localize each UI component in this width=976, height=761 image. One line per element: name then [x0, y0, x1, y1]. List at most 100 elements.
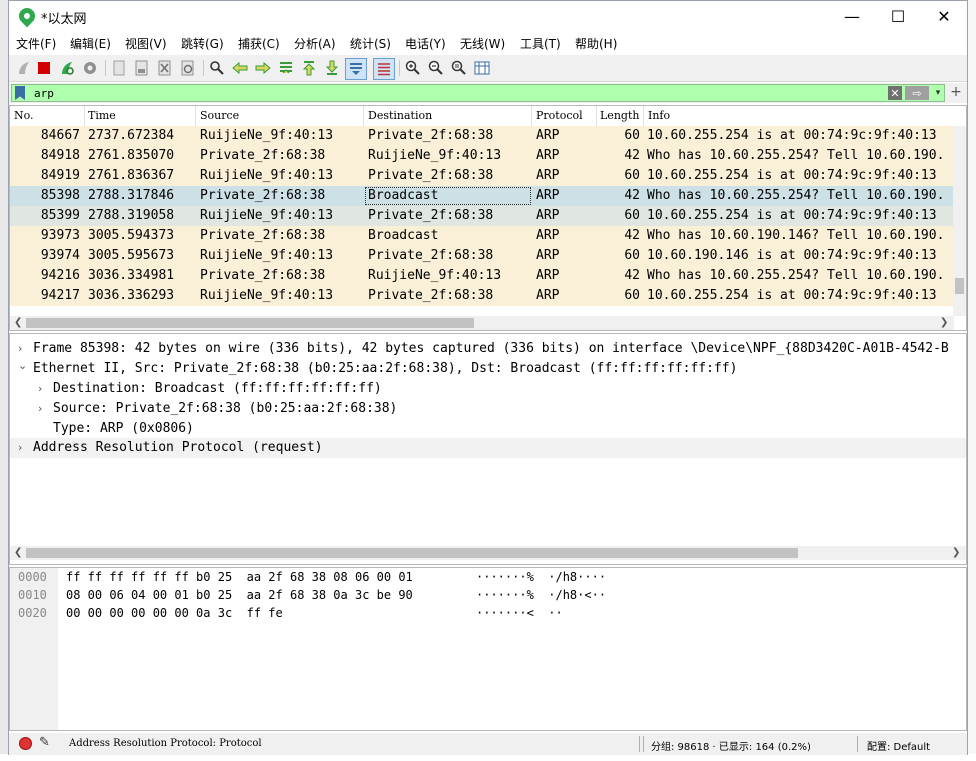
packet-row[interactable]: 84667 2737.672384 RuijieNe_9f:40:13 Private…: [10, 126, 954, 146]
byte-ascii[interactable]: ·······% ·/h8·<··: [476, 588, 606, 602]
find-packet-icon[interactable]: [208, 59, 226, 77]
column-header-info[interactable]: Info: [648, 109, 670, 122]
shark-fin-start-icon[interactable]: [15, 59, 33, 77]
auto-scroll-icon[interactable]: [345, 58, 367, 80]
expand-caret-icon[interactable]: ›: [38, 382, 42, 395]
reload-file-icon[interactable]: [179, 59, 197, 77]
expand-caret-icon[interactable]: ›: [18, 342, 22, 355]
menu-statistics[interactable]: 统计(S): [350, 35, 391, 52]
expand-caret-icon[interactable]: ›: [18, 441, 22, 454]
collapse-caret-icon[interactable]: ⌄: [18, 359, 27, 372]
go-to-packet-icon[interactable]: [277, 59, 295, 77]
cell-info: Who has 10.60.255.254? Tell 10.60.190.: [647, 268, 945, 283]
packet-row[interactable]: 94217 3036.336293 RuijieNe_9f:40:13 Private…: [10, 286, 954, 306]
zoom-out-icon[interactable]: [427, 59, 445, 77]
horizontal-scroll-thumb[interactable]: [26, 548, 798, 558]
detail-row-arp[interactable]: › Address Resolution Protocol (request): [10, 438, 966, 458]
zoom-in-icon[interactable]: [404, 59, 422, 77]
horizontal-scroll-thumb[interactable]: [26, 318, 474, 328]
detail-row-source[interactable]: › Source: Private_2f:68:38 (b0:25:aa:2f:…: [10, 399, 954, 419]
byte-ascii[interactable]: ·······% ·/h8····: [476, 570, 606, 584]
expert-info-icon[interactable]: [19, 737, 32, 750]
details-horizontal-scrollbar[interactable]: ❮ ❯: [10, 546, 966, 560]
byte-hex[interactable]: 00 00 00 00 00 00 0a 3c ff fe: [66, 606, 283, 620]
restart-capture-icon[interactable]: [58, 59, 76, 77]
packet-row[interactable]: 84918 2761.835070 Private_2f:68:38 RuijieNe…: [10, 146, 954, 166]
menu-view[interactable]: 视图(V): [125, 35, 167, 52]
column-header-time[interactable]: Time: [88, 109, 116, 122]
normal-size-icon[interactable]: [450, 59, 468, 77]
add-filter-button-icon[interactable]: +: [949, 84, 963, 100]
detail-row-ethernet[interactable]: ⌄ Ethernet II, Src: Private_2f:68:38 (b0…: [10, 359, 954, 379]
menu-tools[interactable]: 工具(T): [520, 35, 561, 52]
packet-row[interactable]: 85399 2788.319058 RuijieNe_9f:40:13 Private…: [10, 206, 954, 226]
scroll-left-arrow-icon[interactable]: ❮: [14, 547, 22, 558]
byte-hex[interactable]: ff ff ff ff ff ff b0 25 aa 2f 68 38 08 0…: [66, 570, 413, 584]
expand-caret-icon[interactable]: ›: [38, 402, 42, 415]
resize-columns-icon[interactable]: [473, 59, 491, 77]
packet-row[interactable]: 93974 3005.595673 RuijieNe_9f:40:13 Private…: [10, 246, 954, 266]
column-header-no[interactable]: No.: [14, 109, 34, 122]
detail-row-type[interactable]: Type: ARP (0x0806): [10, 419, 954, 439]
column-header-length[interactable]: Length: [600, 109, 639, 122]
column-divider[interactable]: [531, 106, 532, 126]
go-forward-icon[interactable]: [254, 59, 272, 77]
packet-list-vertical-scrollbar[interactable]: [953, 126, 966, 316]
menu-capture[interactable]: 捕获(C): [238, 35, 280, 52]
menu-help[interactable]: 帮助(H): [575, 35, 617, 52]
detail-row-destination[interactable]: › Destination: Broadcast (ff:ff:ff:ff:ff…: [10, 379, 954, 399]
last-packet-icon[interactable]: [323, 59, 341, 77]
first-packet-icon[interactable]: [300, 59, 318, 77]
capture-options-icon[interactable]: [81, 59, 99, 77]
packet-row[interactable]: 93973 3005.594373 Private_2f:68:38 Broadcas…: [10, 226, 954, 246]
go-back-icon[interactable]: [231, 59, 249, 77]
minimize-button[interactable]: —: [829, 1, 875, 31]
status-separator[interactable]: [857, 736, 858, 752]
close-button[interactable]: ✕: [921, 1, 967, 31]
status-separator[interactable]: [639, 736, 640, 752]
byte-ascii[interactable]: ·······< ··: [476, 606, 563, 620]
menu-wireless[interactable]: 无线(W): [460, 35, 505, 52]
column-divider[interactable]: [363, 106, 364, 126]
stop-capture-icon[interactable]: [35, 59, 53, 77]
menu-go[interactable]: 跳转(G): [181, 35, 224, 52]
menu-file[interactable]: 文件(F): [16, 35, 56, 52]
column-header-source[interactable]: Source: [200, 109, 239, 122]
menu-bar: 文件(F) 编辑(E) 视图(V) 跳转(G) 捕获(C) 分析(A) 统计(S…: [9, 32, 967, 54]
vertical-scroll-thumb[interactable]: [955, 278, 964, 294]
display-filter-input[interactable]: [34, 86, 874, 100]
bytes-line[interactable]: 0010 08 00 06 04 00 01 b0 25 aa 2f 68 38…: [10, 588, 950, 606]
maximize-button[interactable]: ☐: [875, 1, 921, 31]
column-divider[interactable]: [596, 106, 597, 126]
menu-telephony[interactable]: 电话(Y): [405, 35, 446, 52]
column-header-destination[interactable]: Destination: [368, 109, 432, 122]
byte-hex[interactable]: 08 00 06 04 00 01 b0 25 aa 2f 68 38 0a 3…: [66, 588, 413, 602]
bytes-line[interactable]: 0020 00 00 00 00 00 00 0a 3c ff fe ·····…: [10, 606, 950, 624]
packet-list-horizontal-scrollbar[interactable]: ❮ ❯: [10, 316, 954, 330]
packet-row[interactable]: 85398 2788.317846 Private_2f:68:38 Broadcas…: [10, 186, 954, 206]
clear-filter-icon[interactable]: ✕: [888, 86, 902, 100]
open-file-icon[interactable]: [110, 59, 128, 77]
apply-filter-icon[interactable]: ⇨: [905, 86, 929, 100]
column-divider[interactable]: [195, 106, 196, 126]
scroll-right-arrow-icon[interactable]: ❯: [952, 547, 960, 558]
column-header-protocol[interactable]: Protocol: [536, 109, 583, 122]
menu-edit[interactable]: 编辑(E): [70, 35, 111, 52]
packet-row[interactable]: 84919 2761.836367 RuijieNe_9f:40:13 Private…: [10, 166, 954, 186]
scroll-right-arrow-icon[interactable]: ❯: [940, 317, 948, 328]
save-file-icon[interactable]: [133, 59, 151, 77]
colorize-icon[interactable]: [373, 58, 395, 80]
column-divider[interactable]: [643, 106, 644, 126]
filter-bookmark-icon[interactable]: [15, 86, 25, 100]
column-divider[interactable]: [84, 106, 85, 126]
close-file-icon[interactable]: [156, 59, 174, 77]
bytes-line[interactable]: 0000 ff ff ff ff ff ff b0 25 aa 2f 68 38…: [10, 570, 950, 588]
packet-row[interactable]: 94216 3036.334981 Private_2f:68:38 RuijieNe…: [10, 266, 954, 286]
menu-analyze[interactable]: 分析(A): [294, 35, 336, 52]
capture-comment-icon[interactable]: ✎: [39, 735, 50, 750]
scroll-left-arrow-icon[interactable]: ❮: [14, 317, 22, 328]
detail-row-frame[interactable]: › Frame 85398: 42 bytes on wire (336 bit…: [10, 339, 954, 359]
status-separator[interactable]: [643, 736, 644, 752]
filter-history-dropdown-icon[interactable]: ▾: [932, 86, 944, 100]
status-profile[interactable]: 配置: Default: [867, 738, 930, 753]
